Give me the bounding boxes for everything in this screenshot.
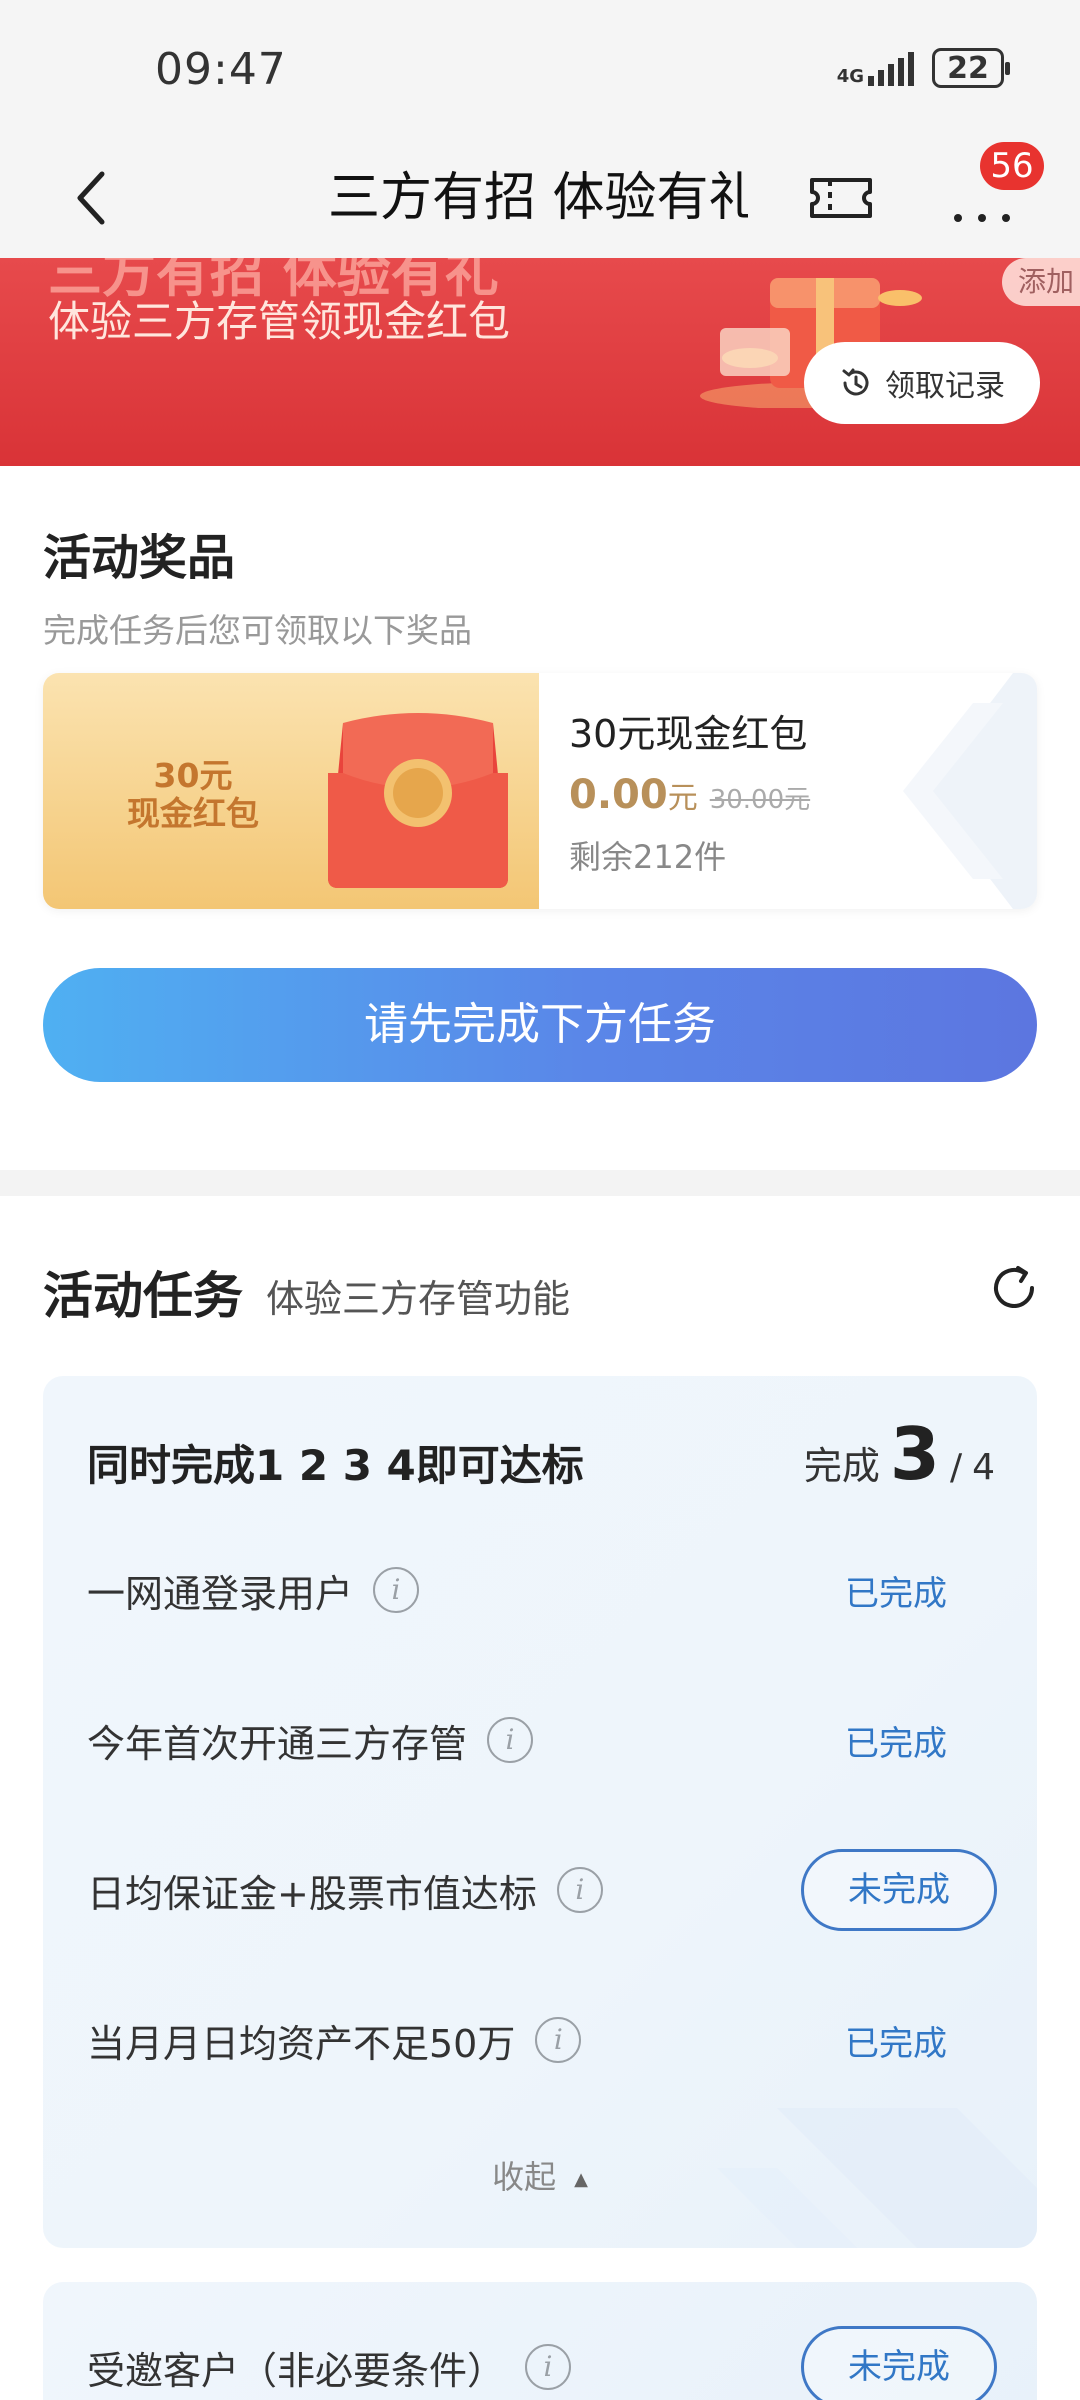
banner-subtitle: 体验三方存管领现金红包 [48, 297, 511, 346]
ticket-icon[interactable] [808, 170, 874, 226]
claim-record-label: 领取记录 [885, 369, 1005, 404]
task-card: 同时完成1 2 3 4即可达标 完成 3 / 4 一网通登录用户 i 已完成 今… [43, 1376, 1037, 2248]
history-icon [842, 368, 869, 396]
status-indicators: 4G 22 [837, 48, 1010, 88]
prize-image-text: 30元 现金红包 [93, 757, 293, 833]
task-name: 一网通登录用户 [87, 1571, 354, 1616]
back-icon[interactable] [62, 168, 122, 228]
task-name: 受邀客户（非必要条件） [87, 2348, 506, 2393]
task-name: 日均保证金+股票市值达标 [87, 1871, 537, 1916]
task-row: 今年首次开通三方存管 i 已完成 [87, 1695, 997, 1785]
prize-image-line2: 现金红包 [127, 794, 259, 833]
task-row: 一网通登录用户 i 已完成 [87, 1545, 997, 1635]
info-icon[interactable]: i [487, 1717, 534, 1763]
refresh-icon[interactable] [988, 1262, 1040, 1314]
claim-record-button[interactable]: 领取记录 [804, 342, 1040, 424]
prize-image-line1: 30元 [153, 756, 233, 795]
task-status-incomplete-button[interactable]: 未完成 [801, 2326, 997, 2400]
info-icon[interactable]: i [535, 2017, 582, 2063]
task-status-done: 已完成 [845, 2023, 947, 2064]
progress-label: 完成 [803, 1444, 880, 1488]
task-row: 日均保证金+股票市值达标 i 未完成 [87, 1845, 997, 1935]
prize-info: 30元现金红包 0.00 元 30.00元 剩余212件 [569, 703, 810, 878]
task-section-subtitle: 体验三方存管功能 [266, 1277, 571, 1321]
task-status-done: 已完成 [845, 1723, 947, 1764]
progress-total-count: 4 [972, 1447, 995, 1488]
nav-bar: 三方有招 体验有礼 [0, 140, 1080, 258]
prize-image: 30元 现金红包 [43, 673, 539, 909]
collapse-label: 收起 [492, 2158, 557, 2196]
prize-section-subtitle: 完成任务后您可领取以下奖品 [43, 611, 472, 650]
status-time: 09:47 [155, 44, 287, 95]
caret-up-icon: ▲ [574, 2168, 588, 2190]
add-tag[interactable]: 添加 [1001, 258, 1080, 306]
notification-badge: 56 [980, 142, 1044, 190]
chevron-watermark [903, 673, 1037, 909]
progress-separator: / [949, 1447, 963, 1488]
prize-card[interactable]: 30元 现金红包 30元现金红包 0.00 元 30.00元 剩余212件 [43, 673, 1037, 909]
network-indicator: 4G [837, 50, 914, 86]
progress-done-count: 3 [889, 1412, 940, 1496]
info-icon[interactable]: i [525, 2344, 572, 2390]
prize-name: 30元现金红包 [569, 712, 808, 756]
task-progress: 完成 3 / 4 [804, 1412, 995, 1496]
invite-task-card: 受邀客户（非必要条件） i 未完成 [43, 2282, 1037, 2400]
red-packet-illustration [328, 713, 508, 888]
status-bar: 09:47 4G 22 [0, 0, 1080, 140]
task-row: 受邀客户（非必要条件） i 未完成 [87, 2322, 997, 2400]
section-divider [0, 1170, 1080, 1196]
battery-level: 22 [947, 50, 989, 86]
prize-price-row: 0.00 元 30.00元 [569, 772, 810, 818]
prize-price-unit: 元 [667, 781, 698, 816]
task-card-heading: 同时完成1 2 3 4即可达标 [87, 1441, 584, 1490]
task-name: 今年首次开通三方存管 [87, 1721, 468, 1766]
complete-tasks-button[interactable]: 请先完成下方任务 [43, 968, 1037, 1082]
task-status-incomplete-button[interactable]: 未完成 [801, 1849, 997, 1931]
network-label: 4G [836, 66, 864, 87]
prize-original-price: 30.00元 [709, 785, 811, 815]
prize-stock: 剩余212件 [569, 838, 727, 876]
info-icon[interactable]: i [373, 1567, 420, 1613]
task-name: 当月月日均资产不足50万 [87, 2021, 516, 2066]
prize-price: 0.00 [569, 772, 668, 818]
collapse-toggle[interactable]: 收起 ▲ [43, 2152, 1037, 2198]
signal-icon [868, 50, 914, 86]
battery-icon: 22 [932, 48, 1010, 88]
prize-section-title: 活动奖品 [43, 530, 236, 586]
info-icon[interactable]: i [556, 1867, 603, 1913]
task-row: 当月月日均资产不足50万 i 已完成 [87, 1995, 997, 2085]
task-status-done: 已完成 [845, 1573, 947, 1614]
banner: 三方有招 体验有礼 体验三方存管领现金红包 添加 领取记录 [0, 258, 1080, 466]
page-title: 三方有招 体验有礼 [328, 168, 748, 228]
task-section-title: 活动任务 [43, 1267, 243, 1325]
